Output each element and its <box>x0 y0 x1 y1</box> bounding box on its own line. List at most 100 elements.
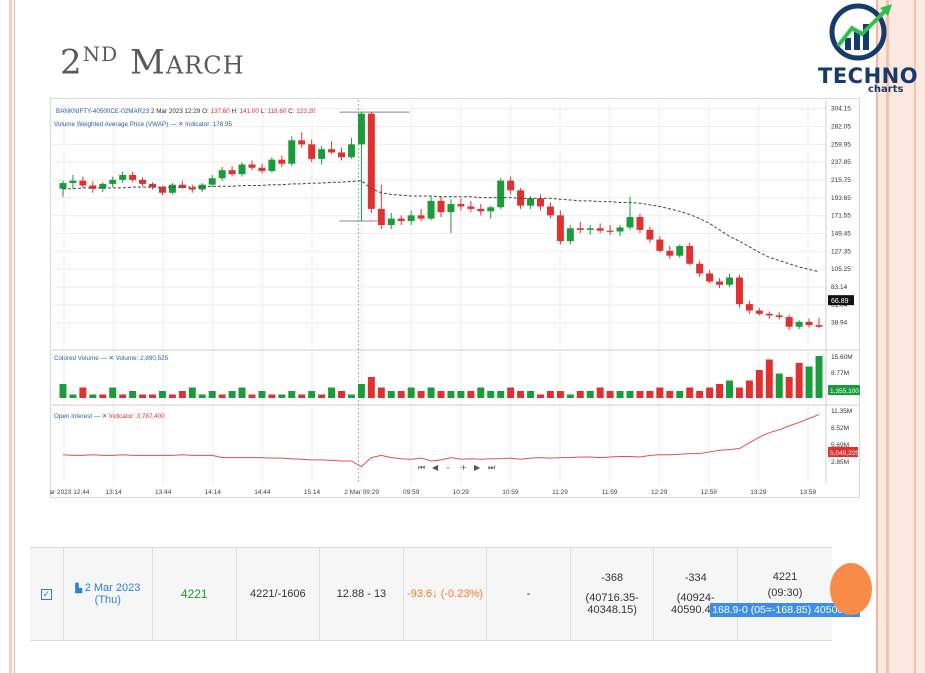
volume-bar <box>536 394 544 398</box>
volume-bar <box>596 387 604 398</box>
candle-body <box>308 144 316 159</box>
chart-nav-icon[interactable]: ⏭ <box>488 463 495 472</box>
volume-bar <box>268 394 276 398</box>
candle-body <box>278 159 286 164</box>
candle-body <box>775 315 783 318</box>
candle-body <box>755 310 763 314</box>
row-col8: -334 (40924-40590.45) <box>654 548 739 640</box>
candle-body <box>188 187 196 190</box>
brand-sub: charts <box>868 84 904 95</box>
volume-bar <box>487 391 495 398</box>
x-tick-label: 13:14 <box>105 489 122 496</box>
volume-bar <box>198 394 206 398</box>
volume-bar <box>278 394 286 398</box>
candle-body <box>726 277 733 285</box>
slide-frame-left-stripe <box>9 0 12 673</box>
candle-body <box>785 317 793 327</box>
volume-bar <box>517 391 525 398</box>
x-tick-label: 14:44 <box>254 489 271 496</box>
candle-body <box>347 144 355 158</box>
candle-body <box>546 206 554 216</box>
volume-tick: 8.77M <box>831 370 849 377</box>
volume-bar <box>59 384 67 398</box>
candle-body <box>566 228 574 242</box>
candle-body <box>507 180 515 191</box>
volume-bar <box>158 391 166 398</box>
candle-body <box>437 200 445 213</box>
row-col9: 4221 (09:30) 168.9-0 (05=-168.85) 40500C… <box>710 571 860 617</box>
candle-body <box>109 179 117 184</box>
volume-tick: 15.60M <box>831 354 853 361</box>
volume-bar <box>775 373 783 398</box>
candle-body <box>745 304 753 311</box>
row-oi-change: 4221/-1606 <box>237 548 321 640</box>
chart-nav-icon[interactable]: ▶ <box>474 463 481 472</box>
candle-body <box>248 164 256 168</box>
volume-bar <box>208 391 216 398</box>
volume-bar <box>99 394 107 398</box>
volume-bar <box>795 363 803 398</box>
chart-nav-icon[interactable]: + <box>460 463 467 472</box>
candle-body <box>716 281 724 285</box>
volume-label: Colored Volume — ✕ Volume: 2,890,525 <box>54 355 169 362</box>
volume-bar <box>745 380 753 398</box>
x-tick-label: 2 Mar 09:29 <box>344 489 379 496</box>
candle-body <box>387 218 395 226</box>
volume-bar <box>576 391 584 398</box>
oi-tick: 11.35M <box>831 408 852 415</box>
volume-bar <box>248 394 256 398</box>
y-tick-label: 282.05 <box>831 124 851 131</box>
candle-body <box>407 215 415 221</box>
candle-body <box>268 159 276 171</box>
y-tick-label: 171.55 <box>831 213 851 220</box>
chart-nav-icon[interactable]: – <box>446 463 450 472</box>
volume-bar <box>546 391 554 398</box>
volume-bar <box>636 391 644 398</box>
down-arrow-icon: ↓ <box>432 588 438 600</box>
y-tick-label: 237.85 <box>831 159 851 166</box>
volume-bar <box>666 391 674 398</box>
candlestick-chart[interactable]: 1 Mar 2023 12:44 13:14 13:44 14:14 14:44 15:1… <box>39 98 860 498</box>
volume-bar <box>298 394 306 398</box>
candle-body <box>318 149 326 159</box>
volume-bar <box>586 391 594 398</box>
candle-body <box>676 246 684 256</box>
candle-body <box>815 325 823 327</box>
oi-tick: 2.85M <box>831 459 849 466</box>
x-tick-label: 14:14 <box>205 489 222 496</box>
chart-nav-icon[interactable]: ◀ <box>432 463 439 472</box>
x-tick-label: 13:59 <box>800 489 817 496</box>
volume-bar <box>89 394 97 398</box>
volume-bar <box>357 384 365 398</box>
x-tick-label: 11:59 <box>602 489 618 496</box>
candle-body <box>377 208 385 226</box>
volume-bar <box>258 391 266 398</box>
x-tick-label: 10:29 <box>453 489 470 496</box>
volume-bar <box>139 394 147 398</box>
volume-bar <box>318 394 326 398</box>
candle-body <box>656 239 664 251</box>
y-tick-label: 259.95 <box>831 141 851 148</box>
volume-bar <box>686 387 694 398</box>
volume-bar <box>726 380 733 398</box>
candle-body <box>487 207 495 212</box>
row-date[interactable]: ▙ 2 Mar 2023 (Thu) <box>64 548 153 640</box>
volume-bar <box>477 387 485 398</box>
row-checkbox[interactable]: ✓ <box>30 548 64 640</box>
candle-body <box>79 180 87 186</box>
volume-bar <box>815 356 823 398</box>
candle-body <box>586 228 594 230</box>
chart-nav-icon[interactable]: ⏮ <box>418 463 425 472</box>
oi-label: Open Interest — ✕ Indicator: 3,787,400 <box>54 413 165 420</box>
volume-bar <box>308 391 316 398</box>
volume-bar <box>417 391 425 398</box>
last-price-label: 66.89 <box>831 298 849 305</box>
candle-body <box>646 229 654 240</box>
x-tick-label: 10:59 <box>502 489 519 496</box>
volume-bar <box>437 391 445 398</box>
candle-body <box>477 208 485 212</box>
volume-bar <box>367 377 375 398</box>
chart-icon: ▙ <box>75 583 85 593</box>
vwap-label: Volume Weighted Average Price (VWAP) — ✕… <box>54 121 233 128</box>
row-price-change: -93.6↓ (-0.23%) <box>404 548 488 640</box>
